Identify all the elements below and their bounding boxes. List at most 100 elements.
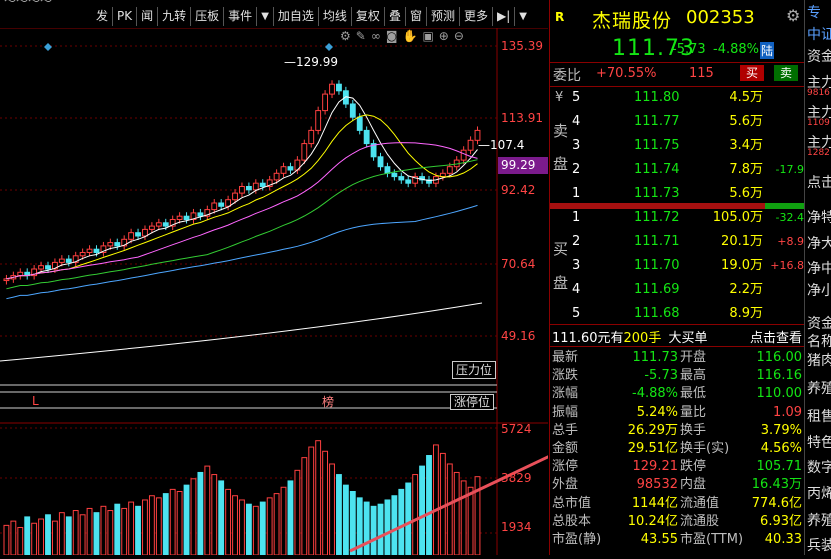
toolbar-item-fa[interactable]: 发 bbox=[92, 7, 114, 26]
side-info-item[interactable]: 养殖 bbox=[807, 510, 831, 530]
limit-up-button[interactable]: 涨停位 bbox=[450, 394, 495, 410]
kline-chart-area[interactable]: ⚙ ✎ ∞ ◙ ✋ ▣ ⊕ ⊖ 135.39 113.91 99.29 92.4… bbox=[0, 27, 677, 556]
bid-level-row[interactable]: 4 111.69 2.2万 bbox=[550, 280, 804, 300]
bid-level-row[interactable]: 2 111.71 20.1万 +8.9 bbox=[550, 232, 804, 252]
side-info-item[interactable]: 1109 bbox=[807, 118, 830, 128]
volume-bar bbox=[17, 526, 24, 556]
big-order-row[interactable]: 111.60元有200手 大买单 点击查看 bbox=[552, 327, 804, 346]
level-price: 111.80 bbox=[634, 90, 680, 105]
side-info-item[interactable]: 租售 bbox=[807, 406, 831, 426]
toolbar-item-more[interactable]: 更多 bbox=[460, 7, 493, 26]
stat-value: 5.24% bbox=[636, 404, 678, 420]
kline-chart-svg[interactable] bbox=[0, 27, 677, 556]
toolbar-dropdown-icon[interactable]: ▼ bbox=[515, 7, 531, 26]
bid-level-row[interactable]: 5 111.68 8.9万 bbox=[550, 304, 804, 324]
toolbar-item-events[interactable]: 事件 bbox=[224, 7, 258, 26]
side-info-item[interactable]: 净大 bbox=[807, 233, 831, 253]
side-info-item[interactable]: 兵装 bbox=[807, 535, 831, 555]
side-info-item[interactable]: 专 bbox=[807, 2, 821, 22]
volume-bar bbox=[72, 510, 79, 556]
stat-label: 最新 bbox=[552, 350, 579, 365]
hand-icon[interactable]: ✋ bbox=[402, 29, 417, 45]
buy-button[interactable]: 买 bbox=[740, 65, 765, 81]
side-info-item[interactable]: 9816 bbox=[807, 88, 830, 98]
stat-label: 最高 bbox=[680, 368, 707, 384]
side-info-item[interactable]: 资金 bbox=[807, 313, 831, 333]
volume-bar bbox=[211, 474, 218, 556]
side-info-item[interactable]: 猪肉 bbox=[807, 350, 831, 370]
toolbar-item-overlay[interactable]: 叠 bbox=[385, 7, 406, 26]
candle-body bbox=[218, 202, 225, 207]
side-info-item[interactable]: 丙烯 bbox=[807, 483, 831, 503]
r-badge: R bbox=[555, 10, 565, 24]
glasses-icon[interactable]: ∞ bbox=[371, 29, 381, 45]
settings-gear-icon[interactable]: ⚙ bbox=[786, 6, 800, 25]
event-marker-icon[interactable] bbox=[44, 43, 52, 51]
ask-level-row[interactable]: 4 111.77 5.6万 bbox=[550, 112, 804, 132]
stat-value: 1.09 bbox=[773, 404, 802, 420]
high-price-annotation: —129.99 bbox=[284, 55, 338, 69]
edit-pen-icon[interactable]: ✎ bbox=[356, 29, 366, 45]
pressure-level-button[interactable]: 压力位 bbox=[452, 361, 497, 379]
ask-level-row[interactable]: 5 111.80 4.5万 bbox=[550, 88, 804, 108]
lock-icon[interactable]: ▣ bbox=[422, 29, 433, 45]
stat-label: 振幅 bbox=[552, 404, 579, 420]
ask-level-row[interactable]: 2 111.74 7.8万 -17.9 bbox=[550, 160, 804, 180]
events-dropdown-icon[interactable]: ▼ bbox=[257, 7, 274, 26]
price-tick-label: 135.39 bbox=[501, 39, 543, 53]
big-order-view-link[interactable]: 点击查看 bbox=[750, 327, 802, 346]
toolbar-item-adjust[interactable]: 复权 bbox=[352, 7, 385, 26]
volume-bar bbox=[287, 480, 294, 556]
stat-label: 总股本 bbox=[552, 513, 592, 529]
settings-gear-icon[interactable]: ⚙ bbox=[340, 29, 351, 45]
side-info-item[interactable]: 名称 bbox=[807, 331, 831, 351]
candle-body bbox=[183, 215, 190, 220]
toolbar-item-news[interactable]: 闻 bbox=[137, 7, 159, 26]
toolbar-item-jiuzhuan[interactable]: 九转 bbox=[158, 7, 192, 26]
volume-bar bbox=[10, 520, 17, 556]
candle-body bbox=[336, 83, 342, 92]
candle-body bbox=[148, 225, 155, 230]
side-info-item[interactable]: 1282 bbox=[807, 148, 830, 158]
stat-label: 涨幅 bbox=[552, 386, 579, 402]
side-info-item[interactable]: 点击 bbox=[807, 172, 831, 192]
volume-bar bbox=[239, 499, 245, 556]
camera-icon[interactable]: ◙ bbox=[386, 29, 398, 45]
stat-value: 116.16 bbox=[756, 368, 803, 384]
toolbar-item-pk[interactable]: PK bbox=[113, 7, 138, 26]
level-volume: 5.6万 bbox=[729, 186, 763, 201]
bid-level-row[interactable]: 3 111.70 19.0万 +16.8 bbox=[550, 256, 804, 276]
side-info-item[interactable]: 特色 bbox=[807, 432, 831, 452]
stat-label: 涨停 bbox=[552, 459, 579, 475]
side-info-item[interactable]: 资金 bbox=[807, 46, 831, 66]
toolbar-item-ma[interactable]: 均线 bbox=[319, 7, 352, 26]
bid-level-row[interactable]: 1 111.72 105.0万 -32.4 bbox=[550, 208, 804, 228]
side-info-item[interactable]: 养殖 bbox=[807, 378, 831, 398]
toolbar-item-add-watchlist[interactable]: 加自选 bbox=[274, 7, 319, 26]
event-marker-icon[interactable] bbox=[325, 43, 333, 51]
side-info-item[interactable]: 净小 bbox=[807, 280, 831, 300]
volume-bar bbox=[419, 465, 426, 556]
side-info-item[interactable]: 数字 bbox=[807, 457, 831, 477]
stat-label: 换手 bbox=[680, 422, 707, 438]
stat-label: 总手 bbox=[552, 422, 579, 438]
toolbar-item-window[interactable]: 窗 bbox=[406, 7, 427, 26]
stat-label: 流通股 bbox=[680, 513, 720, 529]
weibi-value: +70.55% bbox=[596, 66, 657, 81]
minus-icon[interactable]: ⊖ bbox=[454, 29, 464, 45]
level-price: 111.69 bbox=[634, 282, 680, 297]
side-info-item[interactable]: 净中 bbox=[807, 258, 831, 278]
side-info-item[interactable]: 中证 bbox=[807, 24, 831, 44]
volume-bar bbox=[107, 510, 114, 556]
toolbar-item-yaban[interactable]: 压板 bbox=[191, 7, 225, 26]
side-info-item[interactable]: 净特 bbox=[807, 207, 831, 227]
ask-level-row[interactable]: 3 111.75 3.4万 bbox=[550, 136, 804, 156]
toolbar-item-forecast[interactable]: 预测 bbox=[427, 7, 460, 26]
ask-level-row[interactable]: 1 111.73 5.6万 bbox=[550, 184, 804, 204]
stat-value: 105.71 bbox=[756, 459, 803, 475]
toolbar-item-next[interactable]: ▶| bbox=[493, 7, 516, 26]
sell-button[interactable]: 卖 bbox=[774, 65, 799, 81]
volume-tick-label: 1934 bbox=[501, 520, 532, 534]
plus-icon[interactable]: ⊕ bbox=[439, 29, 449, 45]
chart-toolbar: 发 PK 闻 九转 压板 事件 ▼ 加自选 均线 复权 叠 窗 预测 更多 ▶|… bbox=[92, 7, 531, 27]
